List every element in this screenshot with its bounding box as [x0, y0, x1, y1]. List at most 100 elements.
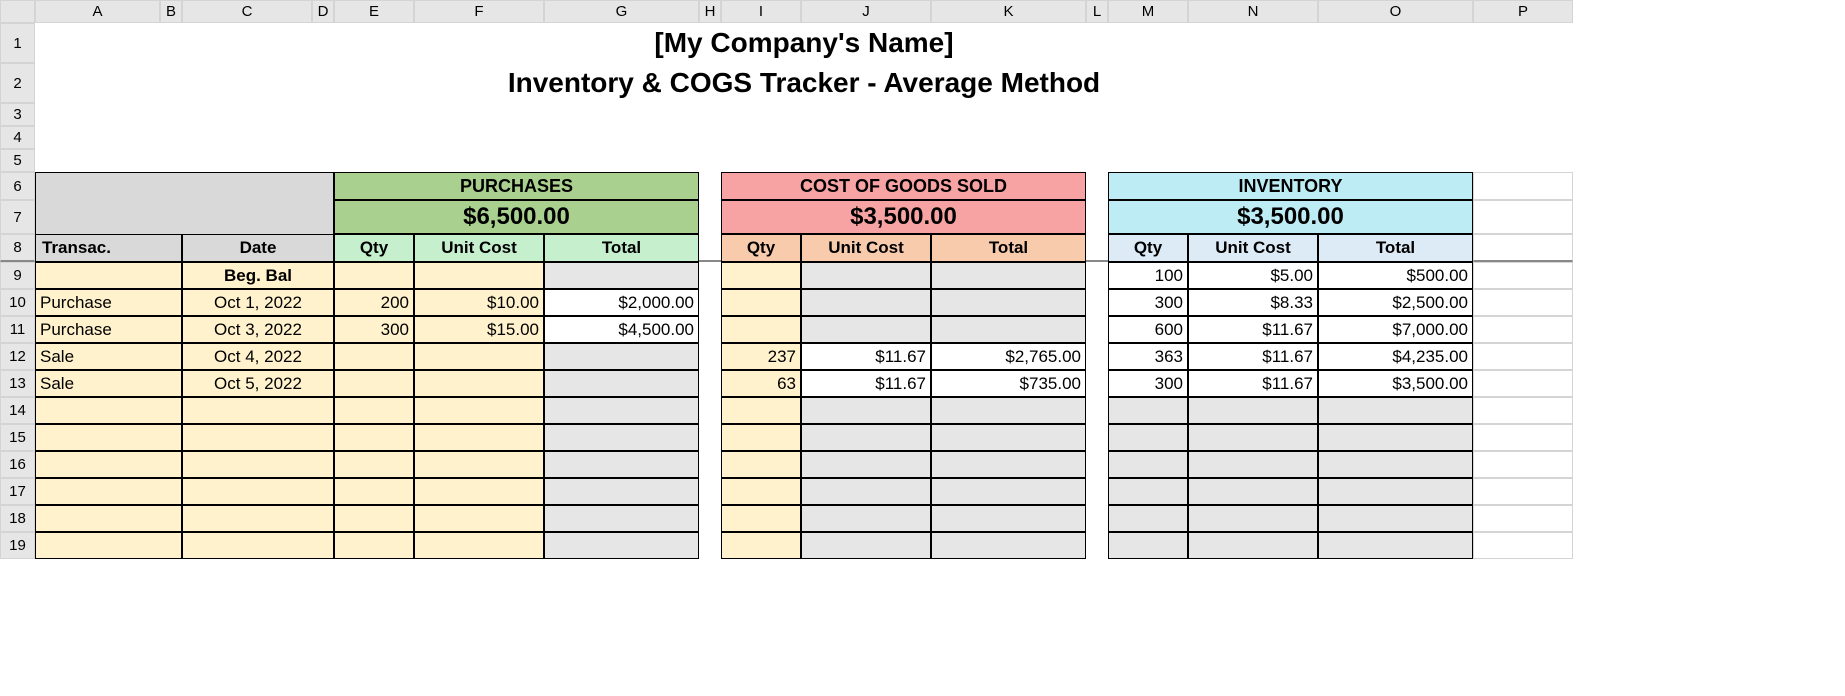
empty-row-4[interactable]	[35, 126, 1573, 149]
cell-ctot-9[interactable]	[931, 262, 1086, 289]
col-header-A[interactable]: A	[35, 0, 160, 23]
cell-pqty-16[interactable]	[334, 451, 414, 478]
cell-cqty-13[interactable]: 63	[721, 370, 801, 397]
row-header-16[interactable]: 16	[0, 451, 35, 478]
cell-iqty-13[interactable]: 300	[1108, 370, 1188, 397]
cell-ptot-14[interactable]	[544, 397, 699, 424]
cell-cuc-19[interactable]	[801, 532, 931, 559]
cell-ctot-12[interactable]: $2,765.00	[931, 343, 1086, 370]
cell-ctot-18[interactable]	[931, 505, 1086, 532]
cell-cuc-9[interactable]	[801, 262, 931, 289]
cell-iqty-11[interactable]: 600	[1108, 316, 1188, 343]
cell-date-10[interactable]: Oct 1, 2022	[182, 289, 334, 316]
row-header-19[interactable]: 19	[0, 532, 35, 559]
cell-puc-9[interactable]	[414, 262, 544, 289]
cell-itot-19[interactable]	[1318, 532, 1473, 559]
cell-pqty-12[interactable]	[334, 343, 414, 370]
cell-ptot-19[interactable]	[544, 532, 699, 559]
cell-itot-13[interactable]: $3,500.00	[1318, 370, 1473, 397]
row-header-12[interactable]: 12	[0, 343, 35, 370]
cell-ptot-16[interactable]	[544, 451, 699, 478]
cell-date-14[interactable]	[182, 397, 334, 424]
cell-itot-14[interactable]	[1318, 397, 1473, 424]
cell-itot-18[interactable]	[1318, 505, 1473, 532]
cell-iqty-17[interactable]	[1108, 478, 1188, 505]
cell-ctot-19[interactable]	[931, 532, 1086, 559]
cell-puc-10[interactable]: $10.00	[414, 289, 544, 316]
cell-cqty-10[interactable]	[721, 289, 801, 316]
cell-transac-9[interactable]	[35, 262, 182, 289]
row-header-1[interactable]: 1	[0, 23, 35, 63]
cell-ptot-12[interactable]	[544, 343, 699, 370]
cell-iqty-16[interactable]	[1108, 451, 1188, 478]
col-header-G[interactable]: G	[544, 0, 699, 23]
cell-ctot-15[interactable]	[931, 424, 1086, 451]
cell-iuc-13[interactable]: $11.67	[1188, 370, 1318, 397]
cell-date-18[interactable]	[182, 505, 334, 532]
cell-transac-17[interactable]	[35, 478, 182, 505]
cell-cuc-15[interactable]	[801, 424, 931, 451]
col-header-I[interactable]: I	[721, 0, 801, 23]
cell-iuc-16[interactable]	[1188, 451, 1318, 478]
col-header-E[interactable]: E	[334, 0, 414, 23]
cell-transac-19[interactable]	[35, 532, 182, 559]
cell-puc-19[interactable]	[414, 532, 544, 559]
cell-cqty-11[interactable]	[721, 316, 801, 343]
cell-iuc-19[interactable]	[1188, 532, 1318, 559]
cell-pqty-14[interactable]	[334, 397, 414, 424]
cell-iuc-17[interactable]	[1188, 478, 1318, 505]
cell-iqty-18[interactable]	[1108, 505, 1188, 532]
cell-cqty-18[interactable]	[721, 505, 801, 532]
cell-iuc-11[interactable]: $11.67	[1188, 316, 1318, 343]
cell-ctot-13[interactable]: $735.00	[931, 370, 1086, 397]
cell-iqty-10[interactable]: 300	[1108, 289, 1188, 316]
cell-cuc-16[interactable]	[801, 451, 931, 478]
cell-itot-10[interactable]: $2,500.00	[1318, 289, 1473, 316]
cell-cuc-11[interactable]	[801, 316, 931, 343]
cell-pqty-18[interactable]	[334, 505, 414, 532]
cell-iuc-12[interactable]: $11.67	[1188, 343, 1318, 370]
row-header-4[interactable]: 4	[0, 126, 35, 149]
col-header-corner[interactable]	[0, 0, 35, 23]
row-header-2[interactable]: 2	[0, 63, 35, 103]
cell-transac-15[interactable]	[35, 424, 182, 451]
cell-ctot-16[interactable]	[931, 451, 1086, 478]
cell-iuc-9[interactable]: $5.00	[1188, 262, 1318, 289]
cell-transac-14[interactable]	[35, 397, 182, 424]
cell-transac-12[interactable]: Sale	[35, 343, 182, 370]
cell-ctot-11[interactable]	[931, 316, 1086, 343]
row-header-11[interactable]: 11	[0, 316, 35, 343]
col-header-C[interactable]: C	[182, 0, 312, 23]
cell-iuc-14[interactable]	[1188, 397, 1318, 424]
row-header-14[interactable]: 14	[0, 397, 35, 424]
cell-puc-13[interactable]	[414, 370, 544, 397]
cell-transac-18[interactable]	[35, 505, 182, 532]
cell-puc-17[interactable]	[414, 478, 544, 505]
cell-cuc-18[interactable]	[801, 505, 931, 532]
cell-itot-15[interactable]	[1318, 424, 1473, 451]
cell-transac-16[interactable]	[35, 451, 182, 478]
cell-ptot-10[interactable]: $2,000.00	[544, 289, 699, 316]
row-header-6[interactable]: 6	[0, 172, 35, 200]
cell-cuc-13[interactable]: $11.67	[801, 370, 931, 397]
cell-pqty-17[interactable]	[334, 478, 414, 505]
cell-puc-14[interactable]	[414, 397, 544, 424]
row-header-5[interactable]: 5	[0, 149, 35, 172]
cell-pqty-15[interactable]	[334, 424, 414, 451]
row-header-7[interactable]: 7	[0, 200, 35, 234]
col-header-D[interactable]: D	[312, 0, 334, 23]
cell-cqty-16[interactable]	[721, 451, 801, 478]
cell-itot-12[interactable]: $4,235.00	[1318, 343, 1473, 370]
row-header-13[interactable]: 13	[0, 370, 35, 397]
row-header-17[interactable]: 17	[0, 478, 35, 505]
col-header-H[interactable]: H	[699, 0, 721, 23]
row-header-15[interactable]: 15	[0, 424, 35, 451]
cell-itot-17[interactable]	[1318, 478, 1473, 505]
col-header-K[interactable]: K	[931, 0, 1086, 23]
spreadsheet-grid[interactable]: ABCDEFGHIJKLMNOP1[My Company's Name]2Inv…	[0, 0, 1845, 559]
cell-date-17[interactable]	[182, 478, 334, 505]
row-header-10[interactable]: 10	[0, 289, 35, 316]
col-header-M[interactable]: M	[1108, 0, 1188, 23]
cell-iuc-18[interactable]	[1188, 505, 1318, 532]
cell-transac-10[interactable]: Purchase	[35, 289, 182, 316]
